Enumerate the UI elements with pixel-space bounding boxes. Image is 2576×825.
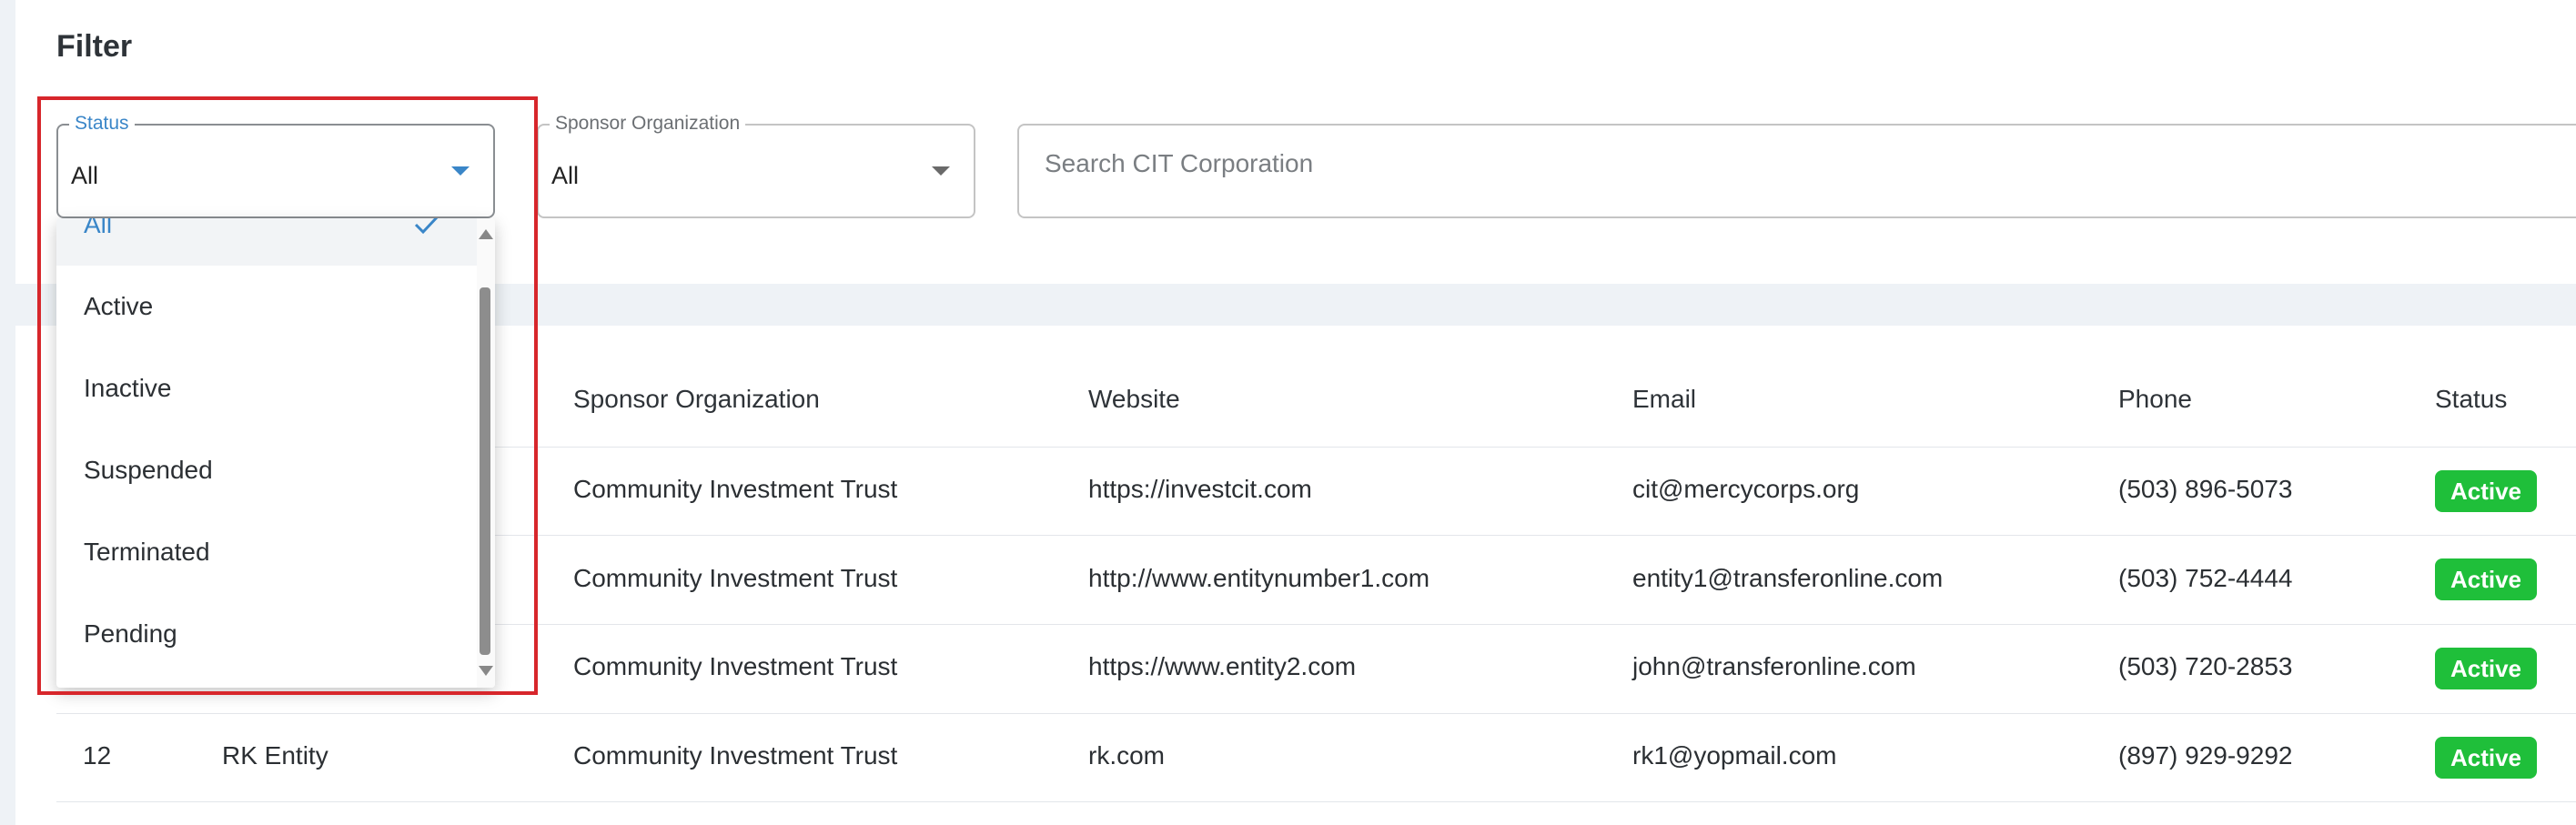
cell-website: https://investcit.com [1088,475,1312,503]
cell-name: RK Entity [222,741,328,770]
column-header-status[interactable]: Status [2435,385,2507,414]
cell-id: 12 [83,741,112,770]
cell-sponsor: Community Investment Trust [573,652,898,680]
status-badge: Active [2435,648,2537,689]
sponsor-organization-select-label: Sponsor Organization [550,113,746,135]
cell-phone: (503) 896-5073 [2118,475,2293,503]
cell-website: rk.com [1088,741,1165,770]
cell-email: john@transferonline.com [1632,652,1916,680]
cell-email: entity1@transferonline.com [1632,564,1944,592]
column-header-phone[interactable]: Phone [2118,385,2192,414]
search-input[interactable] [1045,149,2409,178]
cell-phone: (503) 752-4444 [2118,564,2293,592]
status-badge: Active [2435,558,2537,600]
filter-title: Filter [56,29,133,64]
table-divider [56,801,2576,802]
column-header-website[interactable]: Website [1088,385,1180,414]
status-badge: Active [2435,737,2537,779]
cell-email: cit@mercycorps.org [1632,475,1860,503]
sponsor-organization-select-value: All [551,162,580,189]
cell-email: rk1@yopmail.com [1632,741,1837,770]
status-badge: Active [2435,470,2537,512]
table-divider [56,713,2576,714]
chevron-down-icon[interactable] [932,166,950,176]
search-field[interactable] [1017,124,2576,218]
cell-sponsor: Community Investment Trust [573,475,898,503]
cell-website: http://www.entitynumber1.com [1088,564,1430,592]
cell-website: https://www.entity2.com [1088,652,1357,680]
column-header-sponsor-organization[interactable]: Sponsor Organization [573,385,820,414]
annotation-highlight-box [37,96,538,695]
cell-sponsor: Community Investment Trust [573,564,898,592]
sponsor-organization-select[interactable]: Sponsor Organization All [537,113,975,218]
cell-sponsor: Community Investment Trust [573,741,898,770]
column-header-email[interactable]: Email [1632,385,1696,414]
cell-phone: (897) 929-9292 [2118,741,2293,770]
cell-phone: (503) 720-2853 [2118,652,2293,680]
